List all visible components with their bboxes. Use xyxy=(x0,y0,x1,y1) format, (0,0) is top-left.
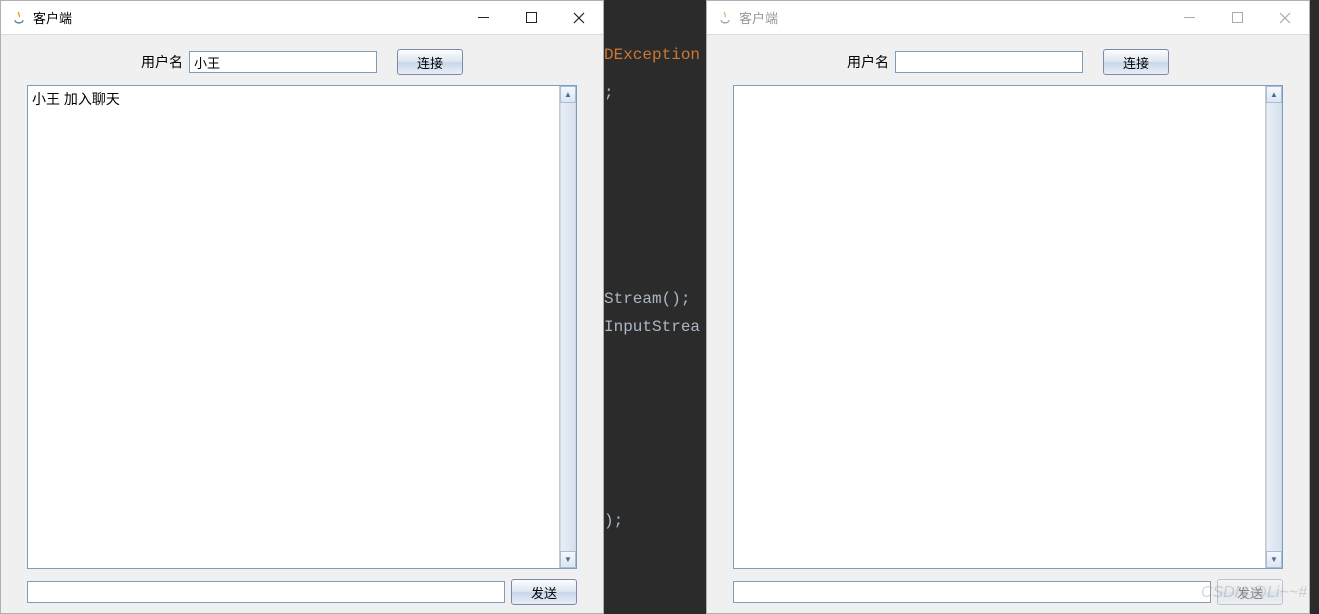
message-input[interactable] xyxy=(733,581,1211,603)
close-button[interactable] xyxy=(1261,1,1309,34)
scroll-down-icon[interactable]: ▼ xyxy=(1266,551,1282,568)
send-button[interactable]: 发送 xyxy=(511,579,577,605)
username-input[interactable] xyxy=(189,51,377,73)
username-label: 用户名 xyxy=(141,52,183,72)
window-title: 客户端 xyxy=(739,8,1165,27)
titlebar[interactable]: 客户端 xyxy=(707,1,1309,35)
window-controls xyxy=(459,1,603,34)
client-window-2: 客户端 用户名 连接 ▲ ▼ xyxy=(706,0,1310,614)
code-line: ; xyxy=(604,84,614,102)
scroll-down-icon[interactable]: ▼ xyxy=(560,551,576,568)
minimize-button[interactable] xyxy=(459,1,507,34)
close-button[interactable] xyxy=(555,1,603,34)
connect-button[interactable]: 连接 xyxy=(1103,49,1169,75)
message-input[interactable] xyxy=(27,581,505,603)
chat-text[interactable] xyxy=(734,86,1265,568)
scrollbar[interactable]: ▲ ▼ xyxy=(1265,86,1282,568)
code-line: Stream(); xyxy=(604,290,690,308)
client-window-1: 客户端 用户名 连接 小王 加入聊天 ▲ ▼ xyxy=(0,0,604,614)
scroll-up-icon[interactable]: ▲ xyxy=(1266,86,1282,103)
scrollbar[interactable]: ▲ ▼ xyxy=(559,86,576,568)
scroll-track[interactable] xyxy=(560,103,576,551)
username-input[interactable] xyxy=(895,51,1083,73)
connect-button[interactable]: 连接 xyxy=(397,49,463,75)
window-controls xyxy=(1165,1,1309,34)
code-line: DException xyxy=(604,46,700,64)
username-row: 用户名 连接 xyxy=(27,43,577,85)
code-line: ); xyxy=(604,512,623,530)
java-icon xyxy=(11,10,27,26)
scroll-up-icon[interactable]: ▲ xyxy=(560,86,576,103)
client-body: 用户名 连接 ▲ ▼ 发送 xyxy=(707,35,1309,613)
username-row: 用户名 连接 xyxy=(733,43,1283,85)
chat-text[interactable]: 小王 加入聊天 xyxy=(28,86,559,568)
username-label: 用户名 xyxy=(847,52,889,72)
maximize-button[interactable] xyxy=(1213,1,1261,34)
maximize-button[interactable] xyxy=(507,1,555,34)
titlebar[interactable]: 客户端 xyxy=(1,1,603,35)
code-line: InputStrea xyxy=(604,318,700,336)
send-row: 发送 xyxy=(27,569,577,609)
client-body: 用户名 连接 小王 加入聊天 ▲ ▼ 发送 xyxy=(1,35,603,613)
chat-area: 小王 加入聊天 ▲ ▼ xyxy=(27,85,577,569)
watermark: CSDN @Li~~# xyxy=(1201,584,1307,602)
window-title: 客户端 xyxy=(33,8,459,27)
minimize-button[interactable] xyxy=(1165,1,1213,34)
scroll-track[interactable] xyxy=(1266,103,1282,551)
chat-area: ▲ ▼ xyxy=(733,85,1283,569)
java-icon xyxy=(717,10,733,26)
